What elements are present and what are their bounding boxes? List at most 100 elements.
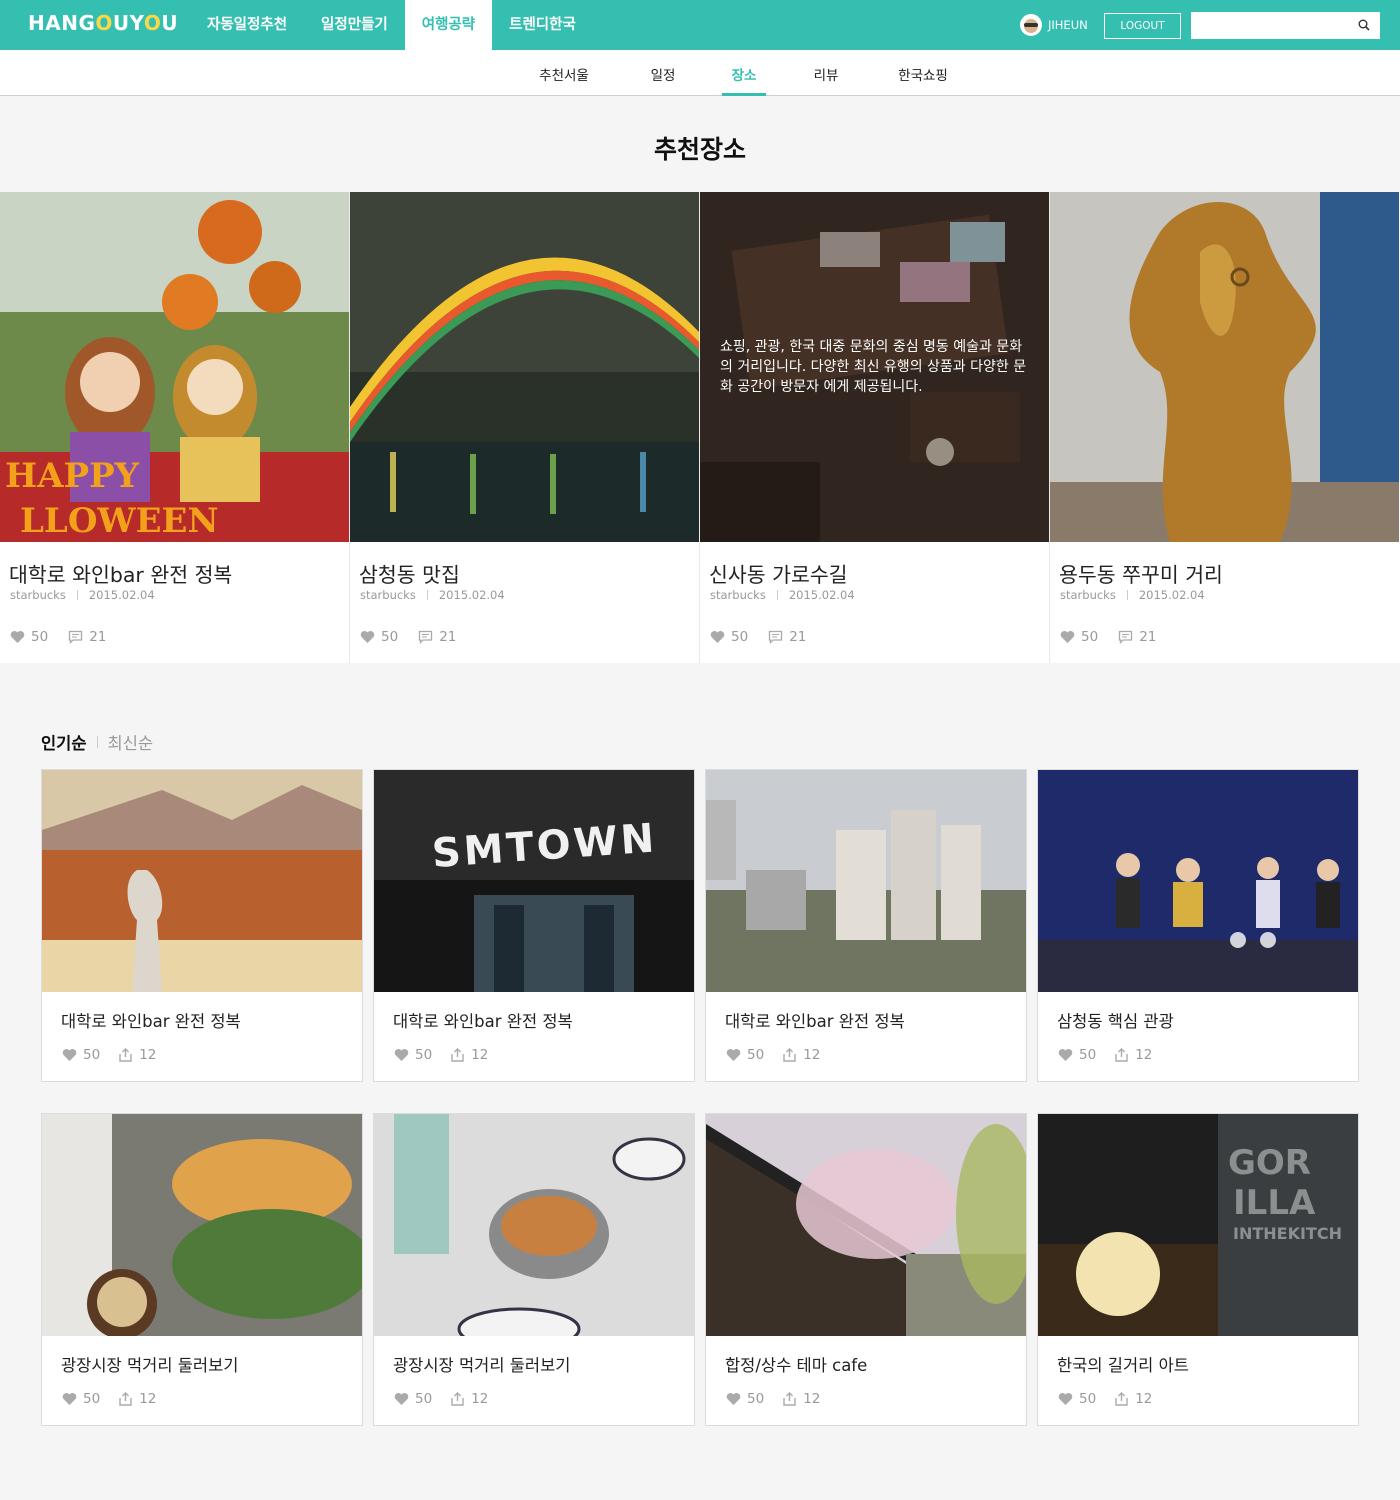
photo-sign-happy: HAPPY	[5, 456, 140, 496]
comment-count: 21	[89, 629, 107, 645]
card-image: GOR ILLA INTHEKITCH	[1038, 1114, 1358, 1336]
photo-sign-gorilla-3: INTHEKITCH	[1233, 1224, 1342, 1243]
heart-icon[interactable]	[1060, 630, 1075, 644]
place-card[interactable]: 광장시장 먹거리 둘러보기 50 12	[373, 1113, 695, 1426]
featured-card[interactable]: HAPPY LLOWEEN 대학로 와인bar 완전 정복 starbucks 2…	[0, 192, 350, 663]
tab-recommend-seoul[interactable]: 추천서울	[530, 50, 598, 96]
like-count: 50	[83, 1047, 101, 1063]
heart-icon[interactable]	[360, 630, 375, 644]
tab-places[interactable]: 장소	[722, 50, 766, 96]
share-icon[interactable]	[450, 1392, 465, 1406]
heart-icon[interactable]	[1058, 1048, 1073, 1062]
author: starbucks	[360, 588, 416, 602]
date: 2015.02.04	[1138, 588, 1205, 602]
like-count: 50	[31, 629, 49, 645]
place-card[interactable]: 광장시장 먹거리 둘러보기 50 12	[41, 1113, 363, 1426]
comment-icon[interactable]	[68, 630, 83, 644]
place-card[interactable]: SMTOWN 대학로 와인bar 완전 정복 50 12	[373, 769, 695, 1082]
place-card[interactable]: 대학로 와인bar 완전 정복 50 12	[705, 769, 1027, 1082]
tab-korea-shopping[interactable]: 한국쇼핑	[890, 50, 956, 96]
like-count: 50	[1079, 1047, 1097, 1063]
featured-stats: 50 21	[710, 629, 826, 645]
share-icon[interactable]	[1114, 1048, 1129, 1062]
card-image	[374, 1114, 694, 1336]
comment-icon[interactable]	[1118, 630, 1133, 644]
search-input[interactable]	[1191, 12, 1351, 39]
featured-card[interactable]: 쇼핑, 관광, 한국 대중 문화의 중심 명동 예술과 문화의 거리입니다. 다…	[700, 192, 1050, 663]
comment-icon[interactable]	[768, 630, 783, 644]
photo-sign-gorilla-2: ILLA	[1233, 1183, 1316, 1223]
heart-icon[interactable]	[710, 630, 725, 644]
card-image	[42, 1114, 362, 1336]
card-title: 한국의 길거리 아트	[1057, 1356, 1189, 1375]
share-count: 12	[1135, 1047, 1153, 1063]
like-count: 50	[381, 629, 399, 645]
sort-latest[interactable]: 최신순	[108, 730, 154, 754]
like-count: 50	[83, 1391, 101, 1407]
nav-item-trendy-korea[interactable]: 트렌디한국	[492, 0, 593, 50]
like-count: 50	[747, 1047, 765, 1063]
card-stats: 50 12	[726, 1047, 838, 1063]
heart-icon[interactable]	[726, 1048, 741, 1062]
share-icon[interactable]	[1114, 1392, 1129, 1406]
card-stats: 50 12	[726, 1391, 838, 1407]
share-icon[interactable]	[450, 1048, 465, 1062]
like-count: 50	[747, 1391, 765, 1407]
featured-places: HAPPY LLOWEEN 대학로 와인bar 완전 정복 starbucks 2…	[0, 192, 1400, 663]
search-icon[interactable]	[1358, 19, 1370, 31]
featured-card[interactable]: 용두동 쭈꾸미 거리 starbucks 2015.02.04 50 21	[1050, 192, 1400, 663]
user-profile[interactable]: JIHEUN	[1020, 14, 1088, 36]
card-title: 광장시장 먹거리 둘러보기	[393, 1356, 571, 1375]
like-count: 50	[1081, 629, 1099, 645]
like-count: 50	[415, 1391, 433, 1407]
nav-item-make-schedule[interactable]: 일정만들기	[304, 0, 405, 50]
featured-title: 삼청동 맛집	[359, 563, 460, 587]
comment-count: 21	[789, 629, 807, 645]
comment-icon[interactable]	[418, 630, 433, 644]
nav-item-auto-schedule[interactable]: 자동일정추천	[190, 0, 304, 50]
comment-count: 21	[439, 629, 457, 645]
heart-icon[interactable]	[726, 1392, 741, 1406]
author: starbucks	[10, 588, 66, 602]
heart-icon[interactable]	[394, 1048, 409, 1062]
logo[interactable]: HANGOUYOU	[28, 11, 178, 35]
place-card[interactable]: 합정/상수 테마 cafe 50 12	[705, 1113, 1027, 1426]
card-title: 대학로 와인bar 완전 정복	[393, 1012, 573, 1031]
place-card[interactable]: 삼청동 핵심 관광 50 12	[1037, 769, 1359, 1082]
featured-title: 용두동 쭈꾸미 거리	[1059, 563, 1223, 587]
heart-icon[interactable]	[394, 1392, 409, 1406]
featured-image: 쇼핑, 관광, 한국 대중 문화의 중심 명동 예술과 문화의 거리입니다. 다…	[700, 192, 1049, 542]
heart-icon[interactable]	[1058, 1392, 1073, 1406]
like-count: 50	[731, 629, 749, 645]
logout-button[interactable]: LOGOUT	[1104, 13, 1181, 39]
heart-icon[interactable]	[10, 630, 25, 644]
card-stats: 50 12	[1058, 1391, 1170, 1407]
share-icon[interactable]	[782, 1392, 797, 1406]
avatar	[1020, 14, 1042, 36]
featured-meta: starbucks 2015.02.04	[710, 588, 855, 602]
heart-icon[interactable]	[62, 1048, 77, 1062]
heart-icon[interactable]	[62, 1392, 77, 1406]
card-title: 대학로 와인bar 완전 정복	[61, 1012, 241, 1031]
like-count: 50	[415, 1047, 433, 1063]
share-count: 12	[471, 1047, 489, 1063]
nav-item-travel-guide[interactable]: 여행공략	[404, 0, 493, 50]
place-card[interactable]: 대학로 와인bar 완전 정복 50 12	[41, 769, 363, 1082]
featured-description: 쇼핑, 관광, 한국 대중 문화의 중심 명동 예술과 문화의 거리입니다. 다…	[720, 339, 1027, 395]
author: starbucks	[1060, 588, 1116, 602]
sort-popular[interactable]: 인기순	[41, 730, 87, 754]
featured-meta: starbucks 2015.02.04	[1060, 588, 1205, 602]
featured-card[interactable]: 삼청동 맛집 starbucks 2015.02.04 50 21	[350, 192, 700, 663]
date: 2015.02.04	[788, 588, 855, 602]
card-stats: 50 12	[62, 1047, 174, 1063]
section-title: 추천장소	[653, 135, 746, 164]
share-icon[interactable]	[118, 1048, 133, 1062]
tab-review[interactable]: 리뷰	[804, 50, 848, 96]
share-count: 12	[471, 1391, 489, 1407]
featured-image	[1050, 192, 1399, 542]
tab-schedule[interactable]: 일정	[640, 50, 686, 96]
card-stats: 50 12	[394, 1391, 506, 1407]
share-icon[interactable]	[118, 1392, 133, 1406]
place-card[interactable]: GOR ILLA INTHEKITCH 한국의 길거리 아트 50 12	[1037, 1113, 1359, 1426]
share-icon[interactable]	[782, 1048, 797, 1062]
